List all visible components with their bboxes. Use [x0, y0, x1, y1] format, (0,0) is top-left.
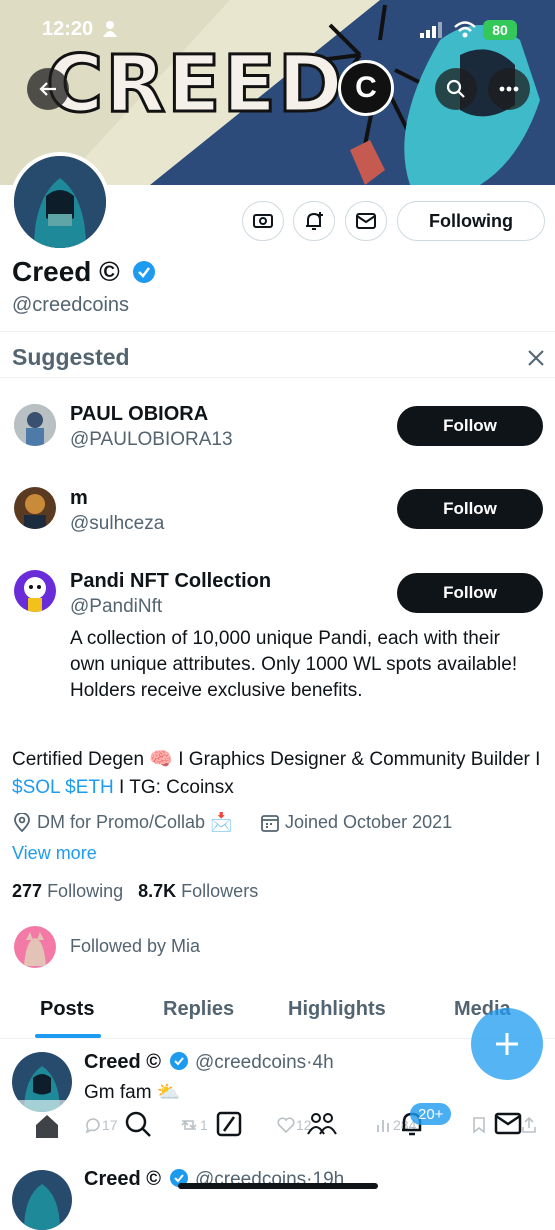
- followers-stat[interactable]: 8.7K Followers: [138, 881, 258, 901]
- post-avatar[interactable]: [12, 1170, 72, 1230]
- post-time: 4h: [312, 1052, 334, 1073]
- suggested-name[interactable]: Pandi NFT Collection: [70, 570, 271, 593]
- following-button-label: Following: [429, 210, 513, 231]
- mail-nav-icon[interactable]: [494, 1112, 522, 1136]
- follow-button[interactable]: Follow: [397, 573, 543, 613]
- follow-button[interactable]: Follow: [397, 489, 543, 529]
- following-count: 277: [12, 881, 43, 901]
- notification-badge: 20+: [410, 1103, 452, 1125]
- post-author-name: Creed ©: [84, 1051, 189, 1074]
- signal-icon: [420, 22, 442, 38]
- close-icon[interactable]: [527, 349, 545, 367]
- home-icon[interactable]: [33, 1112, 61, 1140]
- divider: [0, 377, 555, 378]
- search-icon: [446, 79, 465, 98]
- compose-button[interactable]: [471, 1008, 543, 1080]
- following-button[interactable]: Following: [397, 201, 545, 241]
- more-options-button[interactable]: [488, 68, 530, 110]
- profile-location: DM for Promo/Collab 📩: [12, 812, 232, 833]
- banner-wordmark: CREED: [45, 40, 345, 130]
- suggested-handle: @sulhceza: [70, 513, 165, 534]
- tab-highlights[interactable]: Highlights: [288, 998, 386, 1021]
- post-author-text: Creed ©: [84, 1168, 161, 1190]
- banner-logo-letter: C: [355, 71, 377, 104]
- subscribe-button[interactable]: [242, 201, 284, 241]
- battery-level: 80: [492, 22, 508, 38]
- back-button[interactable]: [27, 68, 69, 110]
- home-indicator: [178, 1183, 378, 1189]
- suggested-handle: @PandiNft: [70, 596, 163, 617]
- post-handle-time: @creedcoins·4h: [195, 1052, 334, 1073]
- suggested-name[interactable]: m: [70, 487, 88, 510]
- verified-badge-icon: [169, 1052, 188, 1070]
- money-icon: [253, 214, 273, 228]
- profile-avatar[interactable]: [10, 152, 110, 252]
- profile-name: Creed ©: [12, 256, 156, 288]
- battery-indicator: 80: [483, 20, 517, 40]
- mail-icon: [356, 213, 376, 229]
- more-icon: [499, 86, 519, 92]
- bio-text-end: I TG: Ccoinsx: [113, 777, 234, 798]
- location-pin-icon: [14, 812, 30, 832]
- following-label: Following: [47, 881, 124, 901]
- followed-by-avatar[interactable]: [14, 926, 56, 968]
- message-button[interactable]: [345, 201, 387, 241]
- post-author-text: Creed ©: [84, 1051, 161, 1073]
- followers-label: Followers: [181, 881, 259, 901]
- search-button[interactable]: [435, 68, 477, 110]
- suggested-avatar-pandi[interactable]: [14, 570, 56, 612]
- status-time: 12:20: [42, 18, 94, 40]
- verified-badge-icon: [132, 261, 155, 283]
- divider: [0, 331, 555, 332]
- view-more-link[interactable]: View more: [12, 843, 97, 864]
- calendar-icon: [261, 814, 279, 832]
- person-icon: [103, 21, 117, 37]
- bio-cashtag-links[interactable]: $SOL $ETH: [12, 777, 114, 798]
- grok-icon[interactable]: [215, 1110, 243, 1138]
- search-nav-icon[interactable]: [124, 1110, 152, 1138]
- suggested-avatar-m[interactable]: [14, 487, 56, 529]
- bio-text: Certified Degen 🧠 I Graphics Designer & …: [12, 749, 541, 770]
- location-text: DM for Promo/Collab 📩: [37, 812, 233, 832]
- profile-bio: Certified Degen 🧠 I Graphics Designer & …: [12, 746, 542, 802]
- follow-button[interactable]: Follow: [397, 406, 543, 446]
- joined-text: Joined October 2021: [285, 812, 453, 832]
- notify-button[interactable]: [293, 201, 335, 241]
- following-stat[interactable]: 277 Following: [12, 881, 123, 901]
- suggested-avatar-paul[interactable]: [14, 404, 56, 446]
- followers-count: 8.7K: [138, 881, 177, 901]
- suggested-handle: @PAULOBIORA13: [70, 429, 233, 450]
- post-author-name: Creed ©: [84, 1168, 189, 1191]
- followed-by-text[interactable]: Followed by Mia: [70, 936, 200, 957]
- tab-posts[interactable]: Posts: [40, 998, 94, 1021]
- bottom-navigation: [0, 1100, 555, 1152]
- tab-replies[interactable]: Replies: [163, 998, 234, 1021]
- plus-icon: [496, 1033, 518, 1055]
- bell-plus-icon: [306, 212, 323, 230]
- banner-logo: C: [338, 60, 394, 116]
- suggested-name[interactable]: PAUL OBIORA: [70, 403, 208, 426]
- follow-stats: 277 Following 8.7K Followers: [12, 881, 258, 902]
- profile-handle: @creedcoins: [12, 294, 130, 316]
- post-handle: @creedcoins: [195, 1052, 307, 1073]
- suggested-title: Suggested: [12, 344, 130, 370]
- wifi-icon: [454, 21, 476, 38]
- profile-name-text: Creed ©: [12, 256, 120, 287]
- arrow-left-icon: [39, 82, 56, 96]
- communities-icon[interactable]: [306, 1110, 338, 1138]
- suggested-description: A collection of 10,000 unique Pandi, eac…: [70, 628, 518, 701]
- profile-joined: Joined October 2021: [260, 812, 452, 833]
